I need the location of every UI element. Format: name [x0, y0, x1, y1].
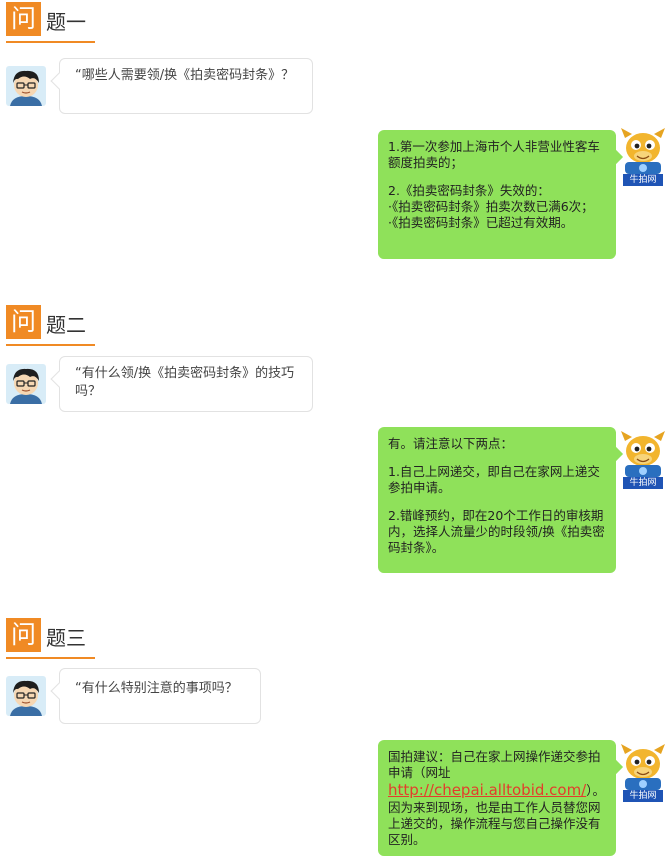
- answer-bubble: 1.第一次参加上海市个人非营业性客车额度拍卖的； 2.《拍卖密码封条》失效的： …: [378, 130, 624, 259]
- section-title: 题二: [46, 313, 86, 337]
- question-badge: 问: [6, 305, 41, 339]
- answer-bubble: 国拍建议：自己在家上网操作递交参拍申请（网址 http://chepai.all…: [378, 740, 624, 856]
- user-avatar: [6, 66, 46, 106]
- qa-section-2: 问 题二 “有什么领/换《拍卖密码封条》的技巧吗？ 有。请注意以下两点： 1.自…: [0, 303, 670, 603]
- answer-bubble: 有。请注意以下两点： 1.自己上网递交，即自己在家网上递交参拍申请。 2.错峰预…: [378, 427, 624, 573]
- heading-underline: [6, 344, 95, 346]
- question-bubble: “有什么特别注意的事项吗？: [50, 668, 261, 724]
- bot-label: 牛拍网: [629, 175, 657, 185]
- answer-line: 2.错峰预约，即在20个工作日的审核期内，选择人流量少的时段领/换《拍卖密码封条…: [388, 508, 605, 555]
- question-text: “哪些人需要领/换《拍卖密码封条》？: [75, 68, 295, 83]
- answer-line: 有。请注意以下两点：: [388, 436, 514, 451]
- user-avatar: [6, 364, 46, 404]
- bot-avatar: 牛拍网: [619, 126, 667, 188]
- question-bubble: “哪些人需要领/换《拍卖密码封条》？: [50, 58, 313, 114]
- qa-section-3: 问 题三 “有什么特别注意的事项吗？ 国拍建议：自己在家上网操作递交参拍申请（网…: [0, 616, 670, 868]
- answer-line: ·《拍卖密码封条》拍卖次数已满6次；: [388, 199, 594, 214]
- section-title: 题三: [46, 626, 86, 650]
- answer-text: 国拍建议：自己在家上网操作递交参拍申请（网址: [388, 749, 601, 780]
- bot-avatar: 牛拍网: [619, 429, 667, 491]
- question-text: “有什么领/换《拍卖密码封条》的技巧吗？: [75, 366, 295, 399]
- answer-line: ·《拍卖密码封条》已超过有效期。: [388, 215, 574, 230]
- answer-line: 1.第一次参加上海市个人非营业性客车额度拍卖的；: [388, 139, 600, 170]
- qa-section-1: 问 题一 “哪些人需要领/换《拍卖密码封条》？ 1.第一次参加上海市个人非营业性…: [0, 0, 670, 300]
- bot-label: 牛拍网: [629, 478, 657, 488]
- section-title: 题一: [46, 10, 86, 34]
- bot-label: 牛拍网: [629, 791, 657, 801]
- heading-underline: [6, 41, 95, 43]
- question-text: “有什么特别注意的事项吗？: [75, 681, 238, 696]
- question-bubble: “有什么领/换《拍卖密码封条》的技巧吗？: [50, 356, 313, 412]
- bot-avatar: 牛拍网: [619, 742, 667, 804]
- answer-line: 2.《拍卖密码封条》失效的：: [388, 183, 550, 198]
- website-link[interactable]: http://chepai.alltobid.com/: [388, 781, 586, 799]
- answer-line: 1.自己上网递交，即自己在家网上递交参拍申请。: [388, 464, 600, 495]
- user-avatar: [6, 676, 46, 716]
- question-badge: 问: [6, 618, 41, 652]
- question-badge: 问: [6, 2, 41, 36]
- heading-underline: [6, 657, 95, 659]
